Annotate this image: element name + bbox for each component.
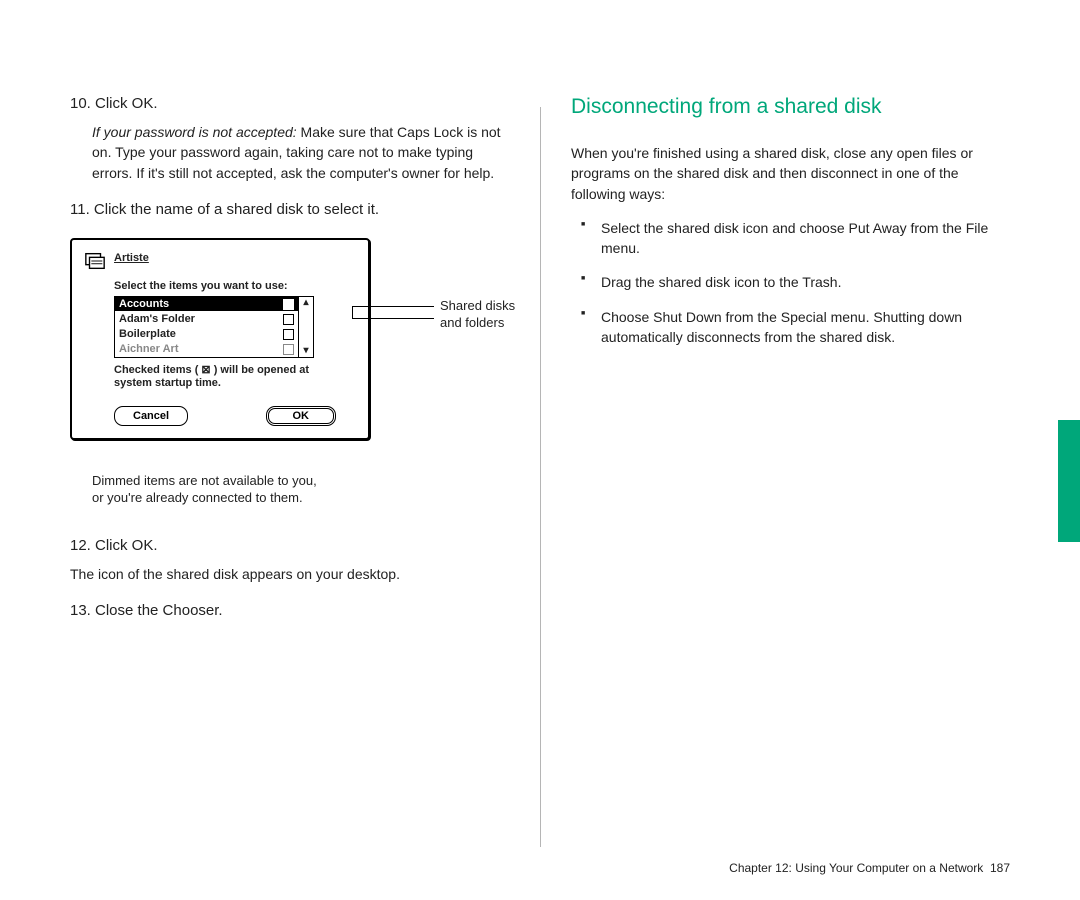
page-footer: Chapter 12: Using Your Computer on a Net… (729, 861, 1010, 875)
step-11-heading: 11. Click the name of a shared disk to s… (70, 201, 510, 218)
ok-button[interactable]: OK (266, 406, 337, 426)
step-10-emphasis: If your password is not accepted: (92, 124, 297, 140)
checkbox-icon[interactable] (283, 329, 294, 340)
intro-paragraph: When you're finished using a shared disk… (571, 143, 1011, 204)
callout-label: Shared disks and folders (440, 298, 550, 332)
checkbox-icon (283, 344, 294, 355)
disk-list[interactable]: Accounts Adam's Folder Boilerplate Aichn… (114, 296, 314, 358)
checkbox-icon[interactable] (283, 314, 294, 325)
callout-line (352, 318, 434, 319)
step-10-body: If your password is not accepted: Make s… (92, 122, 510, 183)
chooser-dialog: Artiste Select the items you want to use… (70, 238, 370, 440)
disconnect-options: Select the shared disk icon and choose P… (571, 218, 1011, 347)
list-item: Drag the shared disk icon to the Trash. (601, 272, 1011, 292)
list-item: Aichner Art (115, 342, 298, 357)
step-10-heading: 10. Click OK. (70, 95, 510, 112)
list-item: Choose Shut Down from the Special menu. … (601, 307, 1011, 348)
list-item: Select the shared disk icon and choose P… (601, 218, 1011, 259)
scroll-down-icon[interactable]: ▾ (299, 345, 313, 357)
step-13-heading: 13. Close the Chooser. (70, 602, 510, 619)
scroll-up-icon[interactable]: ▴ (299, 297, 313, 309)
figure-caption: Dimmed items are not available to you, o… (92, 472, 510, 507)
dialog-prompt: Select the items you want to use: (114, 280, 356, 292)
dialog-figure: Artiste Select the items you want to use… (70, 238, 510, 458)
callout-line (352, 306, 353, 318)
step-12-heading: 12. Click OK. (70, 537, 510, 554)
section-heading: Disconnecting from a shared disk (571, 95, 1011, 119)
callout-line (352, 306, 434, 307)
dialog-note: Checked items ( ⊠ ) will be opened at sy… (114, 364, 356, 390)
dialog-title: Artiste (114, 252, 149, 264)
server-icon (84, 250, 106, 272)
step-12-body: The icon of the shared disk appears on y… (70, 564, 510, 584)
checkbox-icon[interactable] (283, 299, 294, 310)
list-item[interactable]: Boilerplate (115, 327, 298, 342)
list-item[interactable]: Adam's Folder (115, 312, 298, 327)
list-item[interactable]: Accounts (115, 297, 298, 312)
cancel-button[interactable]: Cancel (114, 406, 188, 426)
scrollbar[interactable]: ▴ ▾ (298, 297, 313, 357)
thumb-tab (1058, 420, 1080, 542)
